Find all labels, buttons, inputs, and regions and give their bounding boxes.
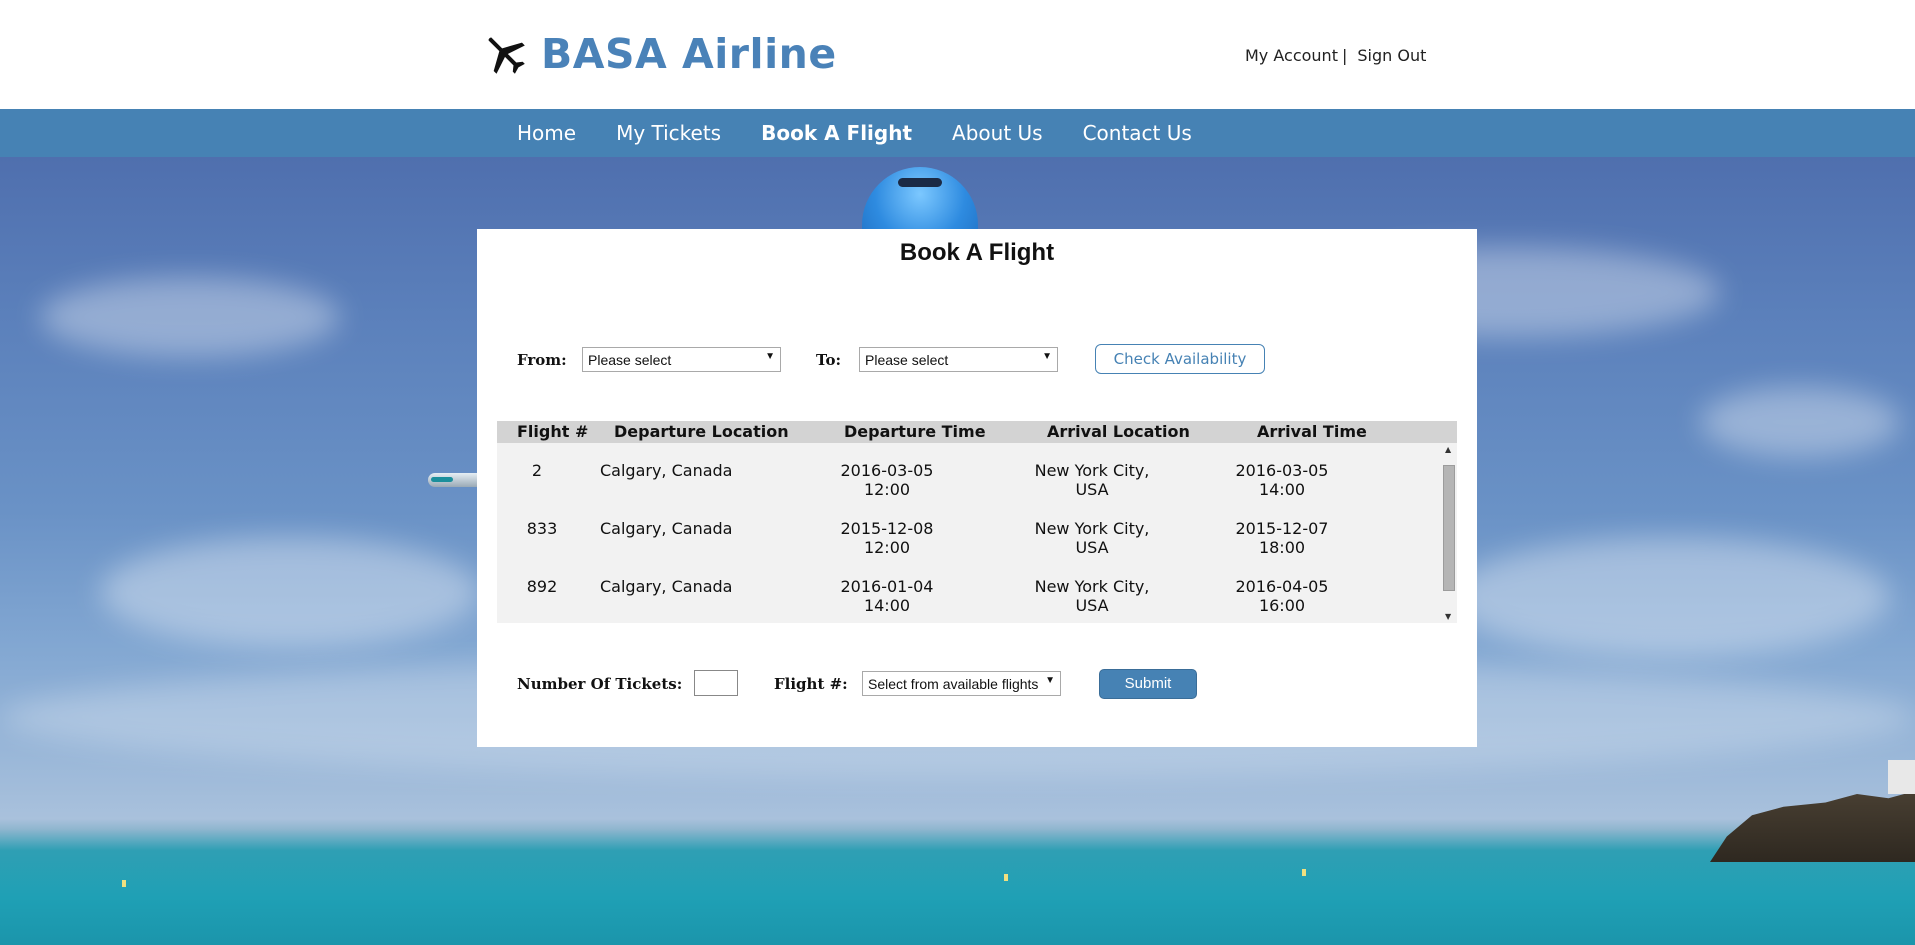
column-header-arrival-location: Arrival Location [1047,422,1190,441]
cell-arrival-date: 2015-12-07 [1235,519,1329,538]
cell-arrival-time: 18:00 [1258,538,1306,557]
cell-departure-location: Calgary, Canada [600,461,733,480]
cell-flight-number: 2 [531,461,543,480]
table-row[interactable]: 833 Calgary, Canada 2015-12-08 12:00 New… [497,519,1457,577]
table-row[interactable]: 892 Calgary, Canada 2016-01-04 14:00 New… [497,577,1457,623]
nav-my-tickets[interactable]: My Tickets [616,121,721,145]
nav-about-us[interactable]: About Us [952,121,1043,145]
nav-home[interactable]: Home [517,121,576,145]
column-header-departure-time: Departure Time [844,422,986,441]
sign-out-link[interactable]: Sign Out [1357,46,1426,65]
cell-arrival-location: New York City, [1034,461,1150,480]
cell-arrival-time: 14:00 [1258,480,1306,499]
island-cliff [1710,789,1915,862]
chevron-down-icon: ▼ [1045,675,1055,686]
from-select[interactable]: Please select ▼ [582,347,781,372]
column-header-flight-number: Flight # [517,422,589,441]
flight-number-select[interactable]: Select from available flights ▼ [862,671,1061,696]
cell-arrival-country: USA [1075,538,1109,557]
to-label: To: [816,351,841,369]
nav-book-a-flight[interactable]: Book A Flight [761,121,912,145]
site-header: BASA Airline My Account | Sign Out [0,0,1915,109]
nav-contact-us[interactable]: Contact Us [1083,121,1192,145]
from-select-value: Please select [588,352,672,368]
to-select-value: Please select [865,352,949,368]
cell-departure-date: 2015-12-08 [840,519,934,538]
cell-flight-number: 833 [526,519,558,538]
chevron-down-icon: ▼ [765,351,775,362]
brand-name: BASA Airline [541,30,837,78]
cell-departure-time: 12:00 [863,538,911,557]
from-label: From: [517,351,567,369]
cell-departure-time: 14:00 [863,596,911,615]
cell-arrival-time: 16:00 [1258,596,1306,615]
main-nav: Home My Tickets Book A Flight About Us C… [0,109,1915,157]
page-title: Book A Flight [899,239,1055,266]
flights-table-body: 2 Calgary, Canada 2016-03-05 12:00 New Y… [497,443,1457,623]
flights-table-header: Flight # Departure Location Departure Ti… [497,421,1457,443]
cell-arrival-date: 2016-04-05 [1235,577,1329,596]
to-select[interactable]: Please select ▼ [859,347,1058,372]
boat [1004,874,1008,881]
table-row[interactable]: 2 Calgary, Canada 2016-03-05 12:00 New Y… [497,461,1457,519]
scroll-down-icon[interactable]: ▼ [1445,612,1451,621]
number-of-tickets-input[interactable] [694,670,738,696]
cell-departure-date: 2016-01-04 [840,577,934,596]
column-header-departure-location: Departure Location [614,422,789,441]
table-scrollbar[interactable]: ▲ ▼ [1442,443,1457,623]
number-of-tickets-label: Number Of Tickets: [517,675,683,693]
scrollbar-thumb[interactable] [1443,465,1455,591]
airplane-wing-tip [431,477,453,482]
chevron-down-icon: ▼ [1042,351,1052,362]
link-separator: | [1341,46,1348,65]
account-links: My Account | Sign Out [1245,46,1426,65]
airplane-icon [488,37,525,74]
cell-arrival-location: New York City, [1034,519,1150,538]
cell-arrival-date: 2016-03-05 [1235,461,1329,480]
cell-departure-location: Calgary, Canada [600,577,733,596]
flight-number-select-value: Select from available flights [868,676,1039,692]
scroll-up-icon[interactable]: ▲ [1445,445,1451,454]
airplane-cockpit [898,178,942,187]
island-building [1888,760,1915,794]
submit-button[interactable]: Submit [1099,669,1197,699]
cell-arrival-country: USA [1075,480,1109,499]
flight-number-label: Flight #: [774,675,848,693]
cell-departure-location: Calgary, Canada [600,519,733,538]
boat [122,880,126,887]
cell-arrival-location: New York City, [1034,577,1150,596]
cell-departure-time: 12:00 [863,480,911,499]
check-availability-button[interactable]: Check Availability [1095,344,1265,374]
boat [1302,869,1306,876]
cell-arrival-country: USA [1075,596,1109,615]
booking-panel: Book A Flight From: Please select ▼ To: … [477,229,1477,747]
cell-flight-number: 892 [526,577,558,596]
cell-departure-date: 2016-03-05 [840,461,934,480]
my-account-link[interactable]: My Account [1245,46,1338,65]
brand-logo[interactable]: BASA Airline [481,30,837,78]
column-header-arrival-time: Arrival Time [1257,422,1367,441]
